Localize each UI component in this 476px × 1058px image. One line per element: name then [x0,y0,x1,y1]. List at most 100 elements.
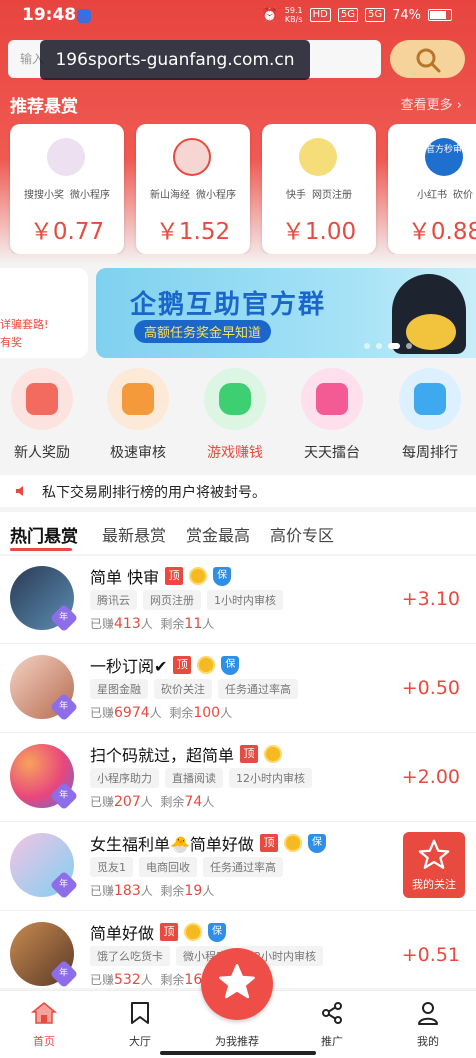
task-stats: 已赚183人 剩余19人 [90,883,215,899]
signal-5g-icon: 5G [337,8,358,22]
task-title: 简单 快审 [90,568,160,587]
reward-card[interactable]: 官方秒审 小红书 砍价 ￥0.88 [388,124,476,254]
flag-icon [316,383,348,415]
hd-icon: HD [309,8,331,22]
recommend-for-me-button[interactable] [201,948,273,1020]
task-title: 扫个码就过，超简单 [90,746,235,765]
list-item[interactable]: 年 一秒订阅✔ 顶 保 星图金融 砍价关注 任务通过率高 已赚6974人 剩余1… [0,645,476,733]
card-tag: 搜搜小奖 [24,190,64,201]
battery-icon [428,9,452,21]
card-price: ￥0.88 [407,219,476,245]
card-price: ￥0.77 [29,219,105,245]
top-badge: 顶 [160,923,179,941]
top-badge: 顶 [259,834,278,852]
tab-premium[interactable]: 高价专区 [270,522,334,546]
status-time: 19:48 [22,5,77,25]
quick-nav-label: 游戏赚钱 [207,445,263,461]
task-tag: 网页注册 [143,590,201,610]
promo-banner[interactable]: 企鹅互助官方群 高额任务奖金早知道 [96,268,476,358]
banner-title: 企鹅互助官方群 [130,290,327,320]
network-speed: 59.1 KB/s [285,6,303,24]
carousel-dot [376,343,382,349]
quick-nav-newbie-reward[interactable]: 新人奖励 [2,368,82,462]
quick-nav-label: 新人奖励 [14,445,70,461]
app-notification-icon [77,9,91,23]
bar-chart-icon [414,383,446,415]
top-badge: 顶 [165,567,184,585]
nav-label: 首页 [33,1035,55,1048]
share-icon [322,1002,342,1024]
recommend-cards: 搜搜小奖 微小程序 ￥0.77 新山海经 微小程序 ￥1.52 快手 网页注册 … [0,124,476,254]
quick-nav: 新人奖励 极速审核 游戏赚钱 天天擂台 每周排行 [0,368,476,468]
card-tag: 小红书 [417,190,447,201]
task-tag: 小程序助力 [90,768,159,788]
list-item[interactable]: 年 扫个码就过，超简单 顶 小程序助力 直播阅读 12小时内审核 已赚207人 … [0,734,476,822]
task-list: 年 简单 快审 顶 保 腾讯云 网页注册 1小时内审核 已赚413人 剩余11人… [0,556,476,988]
carousel-dot-active [388,343,400,349]
nav-promote[interactable]: 推广 [302,1001,362,1049]
task-reward: +0.50 [401,677,460,699]
home-indicator [160,1051,316,1055]
official-badge-icon: 官方秒审 [425,138,463,176]
task-tag: 12小时内审核 [229,768,312,788]
coin-icon [264,745,283,763]
task-tabs: 热门悬赏 最新悬赏 赏金最高 高价专区 [0,512,476,554]
card-price: ￥1.52 [155,219,231,245]
notice-bar[interactable]: 私下交易刷排行榜的用户将被封号。 [0,475,476,507]
nav-mine[interactable]: 我的 [398,1001,458,1049]
card-tag: 微小程序 [70,190,110,201]
tab-hot[interactable]: 热门悬赏 [10,522,78,547]
task-title: 女生福利单🐣简单好做 [90,835,254,854]
quick-nav-daily-arena[interactable]: 天天擂台 [292,368,372,462]
nav-hall[interactable]: 大厅 [110,1001,170,1049]
guarantee-badge: 保 [221,655,240,675]
list-item[interactable]: 年 简单 快审 顶 保 腾讯云 网页注册 1小时内审核 已赚413人 剩余11人… [0,556,476,644]
speaker-icon [16,486,23,496]
card-tag: 网页注册 [312,190,352,201]
carousel-dots [364,343,412,349]
my-follow-label: 我的关注 [412,878,456,891]
banner-subtitle: 高额任务奖金早知道 [134,320,272,343]
bookmark-icon [131,1002,149,1024]
task-tag: 任务通过率高 [218,679,298,699]
quick-nav-fast-review[interactable]: 极速审核 [98,368,178,462]
recommend-for-me-label: 为我推荐 [215,1035,259,1048]
task-title: 一秒订阅✔ [90,657,168,676]
coin-icon [197,656,216,674]
nav-label: 大厅 [129,1035,151,1048]
quick-nav-label: 每周排行 [402,445,458,461]
guarantee-badge: 保 [208,922,227,942]
nav-home[interactable]: 首页 [14,1001,74,1049]
avatar [47,138,85,176]
tab-highest-reward[interactable]: 赏金最高 [186,522,250,546]
see-more-link[interactable]: 查看更多 › [401,94,462,113]
nav-label: 我的 [417,1035,439,1048]
url-watermark: 196sports-guanfang.com.cn [40,40,310,80]
card-tag: 快手 [286,190,306,201]
quick-nav-weekly-rank[interactable]: 每周排行 [390,368,470,462]
coin-icon [189,567,208,585]
task-stats: 已赚532人 剩余16 [90,972,203,988]
alarm-icon: ⏰ [261,7,278,23]
banner-left-text: 有奖 [0,336,22,349]
user-icon [418,1002,438,1025]
quick-nav-label: 极速审核 [110,445,166,461]
coin-icon [283,834,302,852]
search-button[interactable] [390,40,465,78]
task-stats: 已赚207人 剩余74人 [90,794,215,810]
reward-card[interactable]: 新山海经 微小程序 ￥1.52 [136,124,250,254]
task-tag: 砍价关注 [154,679,212,699]
tab-latest[interactable]: 最新悬赏 [102,522,166,546]
coin-icon [184,923,203,941]
task-tag: 任务通过率高 [203,857,283,877]
banner-previous-slide[interactable]: 详骗套路! 有奖 [0,268,88,358]
active-tab-indicator [10,548,72,551]
gift-icon [26,383,58,415]
quick-nav-game-earn[interactable]: 游戏赚钱 [195,368,275,462]
status-bar: 19:48 ⏰ 59.1 KB/s HD 5G 5G 74% [0,0,476,32]
card-tag: 砍价 [453,190,473,201]
reward-card[interactable]: 搜搜小奖 微小程序 ￥0.77 [10,124,124,254]
task-stats: 已赚6974人 剩余100人 [90,705,233,721]
reward-card[interactable]: 快手 网页注册 ￥1.00 [262,124,376,254]
my-follow-button[interactable]: 我的关注 [403,832,465,898]
